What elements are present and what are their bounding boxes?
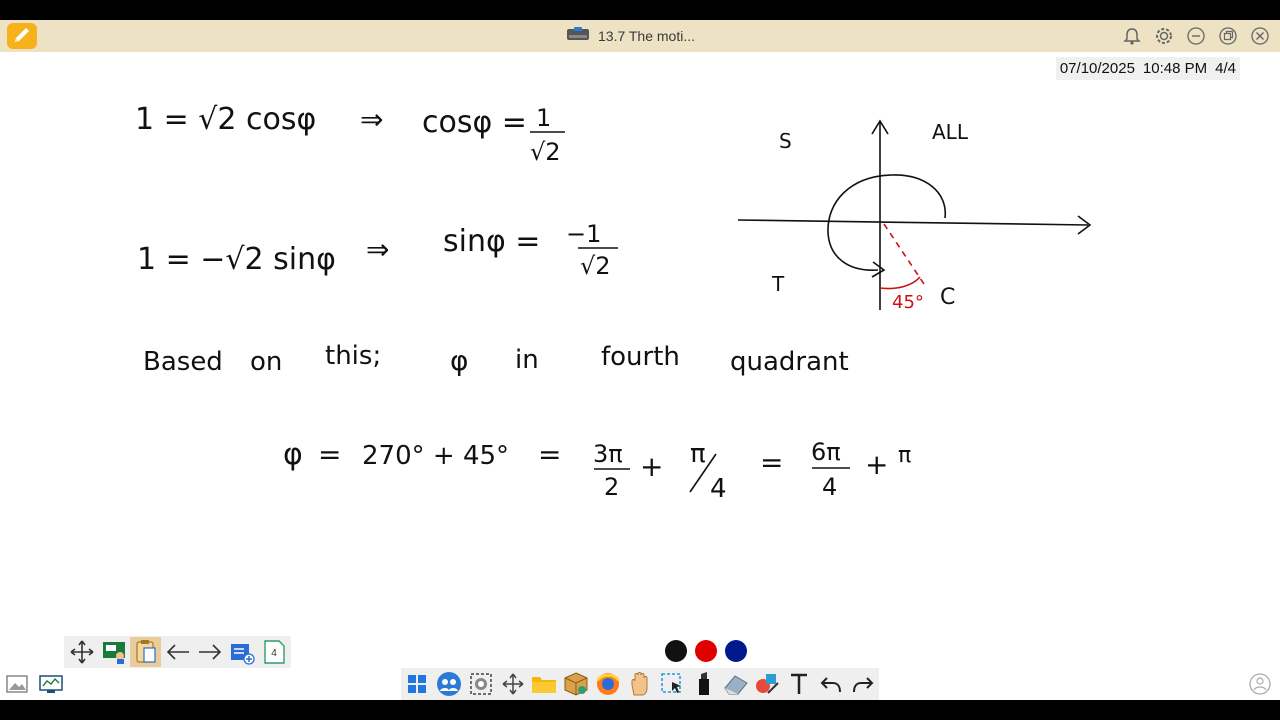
eraser-icon[interactable] (722, 670, 750, 698)
quadrant-label-s: S (779, 129, 792, 153)
screen-capture-icon[interactable] (467, 670, 495, 698)
sentence-word-2: on (250, 347, 282, 377)
title-bar: 13.7 The moti... (0, 20, 1280, 52)
eq3-degrees: 270° + 45° (362, 441, 509, 471)
quadrant-label-c: C (940, 285, 955, 310)
eq3-frac3-numerator: 6π (811, 438, 841, 466)
eq3-equals-3: = (760, 446, 783, 479)
eq3-frac2-numerator: π (690, 439, 706, 469)
sentence-word-6: fourth (601, 342, 680, 372)
eq2-left: 1 = −√2 sinφ (137, 242, 336, 277)
taskbar (401, 668, 879, 700)
eq1-arrow: ⇒ (360, 103, 383, 136)
restore-icon[interactable] (1216, 24, 1240, 48)
undo-icon[interactable] (817, 670, 845, 698)
eq3-equals-2: = (538, 438, 561, 471)
eq3-partial-term: π (898, 443, 911, 468)
app-logo-icon[interactable] (1248, 672, 1272, 696)
window-title-text: 13.7 The moti... (598, 28, 696, 44)
page-counter-button[interactable]: 4 (258, 637, 289, 667)
eq1-denominator: √2 (530, 138, 561, 166)
bell-icon[interactable] (1120, 24, 1144, 48)
eq2-right: sinφ = (443, 224, 540, 259)
browser-icon[interactable] (594, 670, 622, 698)
page-count: 4 (271, 647, 277, 659)
eq3-frac2-denominator: 4 (710, 474, 727, 504)
eq3-equals-1: = (318, 438, 341, 471)
color-blue-swatch[interactable] (725, 640, 747, 662)
pen-icon[interactable] (7, 23, 37, 49)
shapes-icon[interactable] (753, 670, 781, 698)
marker-icon[interactable] (690, 670, 718, 698)
move-arrows-icon[interactable] (66, 637, 97, 667)
drive-icon (566, 26, 590, 47)
eq3-frac3-denominator: 4 (822, 473, 837, 501)
angle-label: 45° (892, 292, 924, 313)
sentence-word-1: Based (143, 347, 223, 377)
sentence-word-5: in (515, 345, 539, 375)
arrow-right-icon[interactable] (194, 637, 225, 667)
quadrant-diagram: S ALL T C 45° (737, 119, 1092, 313)
eq3-plus-2: + (865, 448, 888, 481)
angle-ray (883, 223, 925, 285)
angle-arc (879, 276, 921, 290)
eq1-left: 1 = √2 cosφ (135, 102, 316, 137)
add-page-icon[interactable] (226, 637, 257, 667)
eq2-arrow: ⇒ (366, 233, 389, 266)
image-icon[interactable] (4, 672, 30, 696)
clipboard-icon[interactable] (130, 637, 161, 667)
eq3-plus-1: + (640, 450, 663, 483)
move-icon[interactable] (499, 670, 527, 698)
handwritten-notes: 1 = √2 cosφ ⇒ cosφ = 1 √2 1 = −√2 sinφ ⇒… (135, 102, 1092, 504)
window-title: 13.7 The moti... (566, 26, 695, 46)
color-palette (665, 640, 747, 662)
close-icon[interactable] (1248, 24, 1272, 48)
sentence-word-4: φ (450, 344, 468, 377)
eq3-frac1-denominator: 2 (604, 473, 619, 501)
board-toolbar: 4 (64, 636, 291, 668)
eq1-numerator: 1 (536, 104, 551, 132)
users-icon[interactable] (435, 670, 463, 698)
whiteboard-canvas[interactable]: 07/10/2025 10:48 PM 4/4 1 = √2 cosφ ⇒ co… (0, 52, 1280, 700)
sentence-word-3: this; (325, 341, 381, 371)
windows-start-icon[interactable] (403, 670, 431, 698)
package-icon[interactable] (562, 670, 590, 698)
color-black-swatch[interactable] (665, 640, 687, 662)
gear-icon[interactable] (1152, 24, 1176, 48)
quadrant-label-all: ALL (932, 120, 969, 144)
presenter-board-icon[interactable] (98, 637, 129, 667)
eq3-lhs: φ (283, 437, 303, 472)
eq1-right: cosφ = (422, 105, 527, 140)
x-axis (737, 219, 1089, 226)
redo-icon[interactable] (849, 670, 877, 698)
folder-icon[interactable] (530, 670, 558, 698)
eq3-frac1-numerator: 3π (593, 440, 623, 468)
eq2-denominator: √2 (580, 252, 611, 280)
eq2-numerator: −1 (566, 220, 601, 248)
quadrant-label-t: T (771, 272, 785, 296)
minimize-icon[interactable] (1184, 24, 1208, 48)
chart-screen-icon[interactable] (38, 672, 64, 696)
arrow-left-icon[interactable] (162, 637, 193, 667)
sentence-word-7: quadrant (730, 347, 849, 377)
hand-icon[interactable] (626, 670, 654, 698)
selection-icon[interactable] (658, 670, 686, 698)
color-red-swatch[interactable] (695, 640, 717, 662)
text-tool-icon[interactable] (785, 670, 813, 698)
